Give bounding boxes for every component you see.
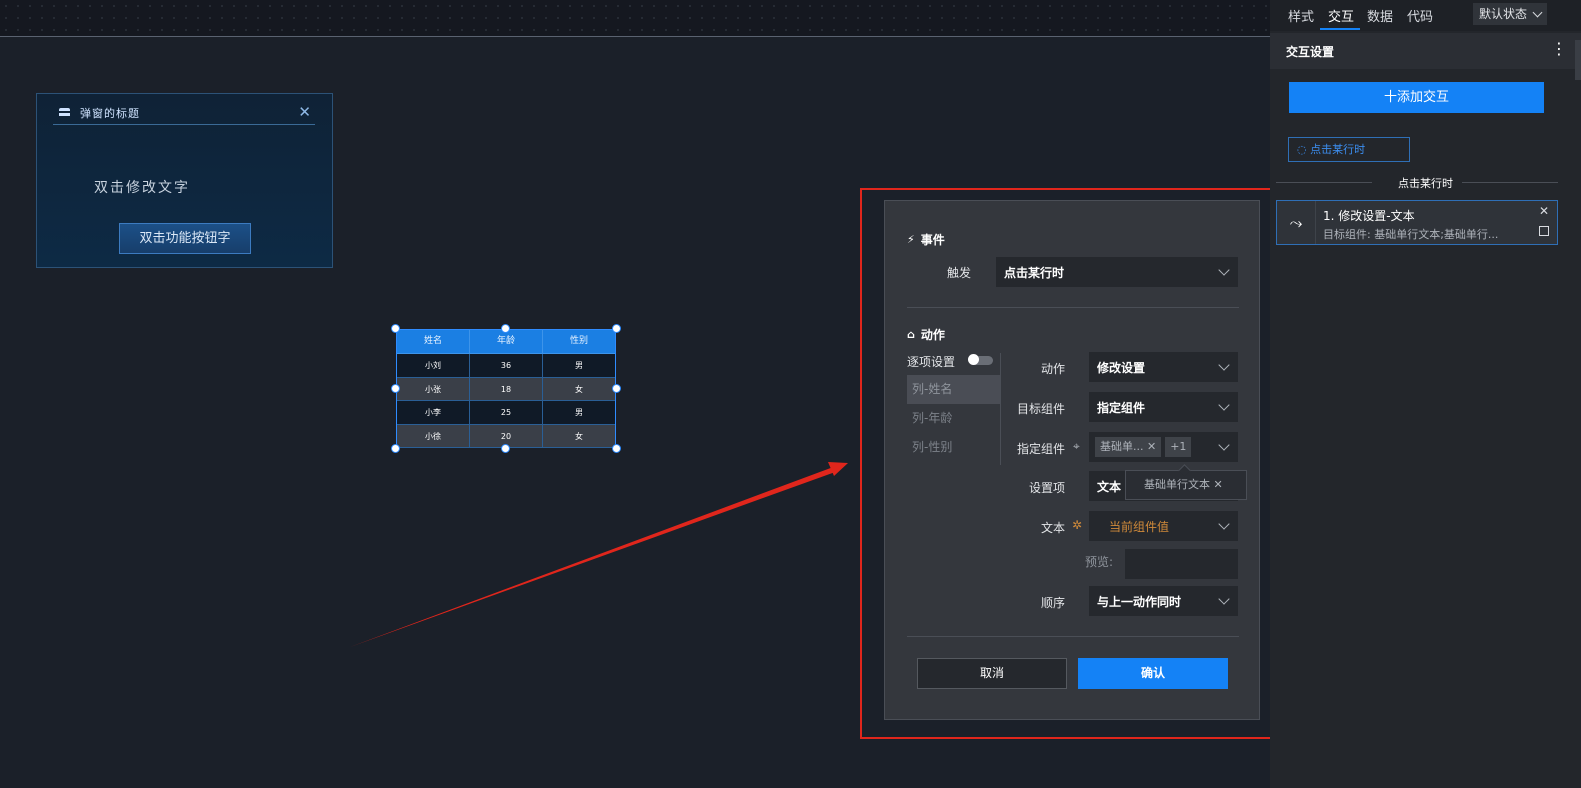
text-select[interactable]: 当前组件值 (1089, 511, 1238, 541)
action-icon: ⌂ (907, 328, 915, 341)
trigger-select[interactable]: 点击某行时 (996, 257, 1238, 287)
chevron-down-icon (1218, 593, 1230, 605)
more-chip: +1 (1165, 437, 1192, 457)
section-label: 点击某行时 (1398, 177, 1453, 190)
text-label: 文本 (1040, 521, 1065, 535)
divider (907, 636, 1239, 637)
delete-icon[interactable]: ✕ (1539, 204, 1549, 218)
chevron-down-icon (1218, 399, 1230, 411)
lightning-icon: ⚡ (907, 233, 915, 246)
add-interaction-button[interactable]: 十添加交互 (1289, 82, 1544, 113)
divider (1462, 182, 1558, 183)
action-select[interactable]: 修改设置 (1089, 352, 1238, 382)
state-select[interactable]: 默认状态 (1473, 3, 1547, 25)
itemize-toggle[interactable] (968, 354, 993, 365)
panel-header: 交互设置 ⋮ (1270, 33, 1581, 69)
chevron-down-icon (1218, 359, 1230, 371)
interaction-title: 1. 修改设置-文本 (1323, 209, 1415, 223)
specify-select[interactable]: 基础单... ✕ +1 (1089, 432, 1238, 462)
event-section-title: ⚡ 事件 (907, 233, 945, 247)
action-flow-icon: ⤳ (1277, 201, 1316, 244)
chevron-down-icon (1532, 7, 1543, 18)
panel-tabs: 样式 交互 数据 代码 默认状态 (1270, 0, 1581, 31)
interaction-description: 目标组件: 基础单行文本;基础单行... (1323, 228, 1499, 241)
trigger-label: 触发 (946, 266, 971, 280)
component-tooltip: 基础单行文本 ✕ (1125, 470, 1247, 500)
tab-code[interactable]: 代码 (1407, 6, 1433, 25)
tab-style[interactable]: 样式 (1288, 6, 1314, 25)
tab-interaction[interactable]: 交互 (1328, 6, 1354, 25)
active-tab-indicator (1320, 28, 1360, 30)
more-icon[interactable]: ⋮ (1551, 39, 1567, 58)
target-crosshair-icon[interactable]: ⌖ (1073, 439, 1080, 454)
specify-label: 指定组件 (1016, 442, 1065, 456)
chevron-down-icon (1218, 518, 1230, 530)
confirm-button[interactable]: 确认 (1078, 658, 1228, 689)
preview-box (1125, 549, 1238, 579)
order-label: 顺序 (1040, 596, 1065, 610)
copy-icon[interactable] (1539, 226, 1549, 236)
component-chip[interactable]: 基础单... ✕ (1095, 437, 1162, 457)
tab-data[interactable]: 数据 (1367, 6, 1393, 25)
itemize-label: 逐项设置 (907, 355, 956, 369)
setting-label: 设置项 (1028, 481, 1065, 495)
close-icon[interactable]: ✕ (1214, 478, 1223, 491)
cancel-button[interactable]: 取消 (917, 658, 1067, 689)
column-list: 列-姓名 列-年龄 列-性别 (907, 375, 1000, 462)
preview-label: 预览: (1085, 555, 1114, 569)
panel-title: 交互设置 (1286, 45, 1335, 59)
target-label: 目标组件 (1016, 402, 1065, 416)
divider (907, 307, 1239, 308)
cursor-click-icon: ◌ (1297, 143, 1307, 156)
divider (1000, 353, 1001, 465)
chevron-down-icon (1218, 439, 1230, 451)
column-item[interactable]: 列-姓名 (907, 375, 1000, 404)
action-label: 动作 (1040, 362, 1065, 376)
column-item[interactable]: 列-年龄 (907, 404, 1000, 433)
magic-icon[interactable]: ✲ (1072, 518, 1082, 532)
trigger-tag[interactable]: ◌ 点击某行时 (1288, 137, 1410, 162)
interaction-item[interactable]: ⤳ 1. 修改设置-文本 目标组件: 基础单行文本;基础单行... ✕ (1276, 200, 1558, 245)
chevron-down-icon (1218, 264, 1230, 276)
column-item[interactable]: 列-性别 (907, 433, 1000, 462)
scrollbar[interactable] (1575, 40, 1581, 80)
interaction-dialog: ⚡ 事件 触发 点击某行时 ⌂ 动作 逐项设置 列-姓名 列-年龄 列-性别 动… (884, 200, 1260, 720)
order-select[interactable]: 与上一动作同时 (1089, 586, 1238, 616)
target-select[interactable]: 指定组件 (1089, 392, 1238, 422)
action-section-title: ⌂ 动作 (907, 328, 945, 342)
right-panel: 样式 交互 数据 代码 默认状态 交互设置 ⋮ 十添加交互 ◌ 点击某行时 点击… (1270, 0, 1581, 788)
